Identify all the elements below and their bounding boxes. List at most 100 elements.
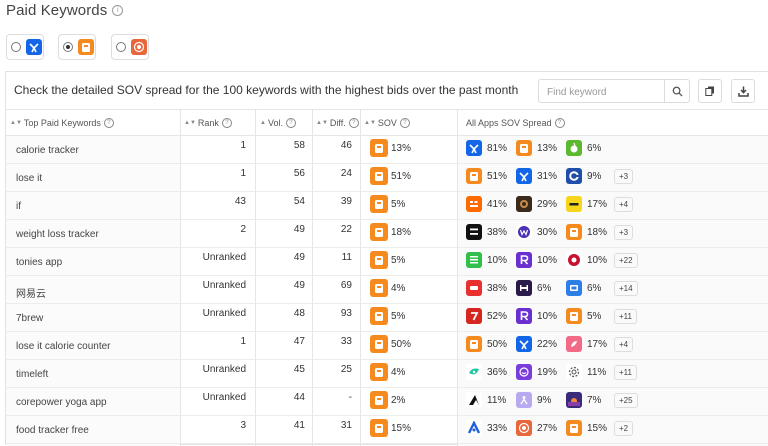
app-option-myfitnesspal[interactable] xyxy=(6,34,44,60)
spread-item[interactable]: 41% xyxy=(466,196,516,212)
help-icon[interactable]: ? xyxy=(348,117,359,128)
spread-item[interactable]: 38% xyxy=(466,224,516,240)
table-row[interactable]: calorie tracker 1 58 46 13% 81% 13% 6% xyxy=(6,136,768,164)
radio-button-selected[interactable] xyxy=(63,42,73,52)
header-rank[interactable]: ▲▼ Rank ? xyxy=(184,110,232,135)
keyword-cell[interactable]: corepower yoga app xyxy=(16,397,107,408)
copy-button[interactable] xyxy=(698,79,722,103)
keyword-search[interactable] xyxy=(538,79,690,103)
spread-item[interactable]: 22% xyxy=(516,336,566,352)
app-option-target-app[interactable] xyxy=(111,34,149,60)
help-icon[interactable]: ? xyxy=(399,117,410,128)
rank-cell: Unranked xyxy=(202,308,246,319)
spread-item[interactable]: 9% xyxy=(566,168,616,184)
spread-item[interactable]: 6% xyxy=(566,280,616,296)
spread-item[interactable]: 6% xyxy=(516,280,566,296)
sov-percent: 5% xyxy=(391,254,406,266)
keyword-cell[interactable]: food tracker free xyxy=(16,425,89,436)
spread-item[interactable]: 7% xyxy=(566,392,616,408)
help-icon[interactable]: ? xyxy=(103,117,114,128)
spread-item[interactable]: 18% xyxy=(566,224,616,240)
spread-item[interactable]: 6% xyxy=(566,140,616,156)
radio-button[interactable] xyxy=(11,42,21,52)
radio-button[interactable] xyxy=(116,42,126,52)
table-row[interactable]: lose it 1 56 24 51% 51% 31% 9% +3 xyxy=(6,164,768,192)
spread-item[interactable]: 50% xyxy=(466,336,516,352)
table-row[interactable]: if 43 54 39 5% 41% 29% 17% +4 xyxy=(6,192,768,220)
sov-spread-cell: 33% 27% 15% +2 xyxy=(466,420,634,436)
table-row[interactable]: timeleft Unranked 45 25 4% 36% 19% 11% +11 xyxy=(6,360,768,388)
more-apps-badge[interactable]: +14 xyxy=(614,280,638,296)
keyword-cell[interactable]: if xyxy=(16,201,21,212)
keyword-cell[interactable]: lose it xyxy=(16,173,42,184)
spread-item[interactable]: 52% xyxy=(466,308,516,324)
spread-item[interactable]: 17% xyxy=(566,336,616,352)
header-keyword[interactable]: ▲▼ Top Paid Keywords ? xyxy=(10,110,114,135)
spread-item[interactable]: 10% xyxy=(466,252,516,268)
download-button[interactable] xyxy=(731,79,755,103)
help-icon[interactable]: ? xyxy=(285,117,296,128)
keyword-cell[interactable]: weight loss tracker xyxy=(16,229,99,240)
spread-item[interactable]: 15% xyxy=(566,420,616,436)
loseit-icon xyxy=(370,223,388,241)
spread-item[interactable]: 31% xyxy=(516,168,566,184)
spread-item[interactable]: 30% xyxy=(516,224,566,240)
search-button[interactable] xyxy=(664,80,689,102)
header-volume[interactable]: ▲ Vol. ? xyxy=(260,110,296,135)
table-row[interactable]: tonies app Unranked 49 11 5% 10% 10% 10% +22 xyxy=(6,248,768,276)
spread-item[interactable]: 27% xyxy=(516,420,566,436)
spread-item[interactable]: 33% xyxy=(466,420,516,436)
table-row[interactable]: corepower yoga app Unranked 44 - 2% 11% 9% 7% +2… xyxy=(6,388,768,416)
keyword-cell[interactable]: lose it calorie counter xyxy=(16,341,111,352)
spread-item[interactable]: 81% xyxy=(466,140,516,156)
keyword-cell[interactable]: timeleft xyxy=(16,369,48,380)
spread-item[interactable]: 9% xyxy=(516,392,566,408)
spread-item[interactable]: 17% xyxy=(566,196,616,212)
keyword-cell[interactable]: tonies app xyxy=(16,257,62,268)
keyword-cell[interactable]: 7brew xyxy=(16,313,43,324)
spread-percent: 9% xyxy=(587,170,602,182)
spread-item[interactable]: 5% xyxy=(566,308,616,324)
keyword-cell[interactable]: calorie tracker xyxy=(16,145,79,156)
spread-item[interactable]: 10% xyxy=(566,252,616,268)
spread-item[interactable]: 51% xyxy=(466,168,516,184)
more-apps-badge[interactable]: +22 xyxy=(614,252,638,268)
help-icon[interactable]: ? xyxy=(221,117,232,128)
difficulty-cell: 25 xyxy=(340,364,352,375)
spread-item[interactable]: 10% xyxy=(516,252,566,268)
app-option-loseit[interactable] xyxy=(58,34,96,60)
search-input[interactable] xyxy=(545,81,667,103)
more-apps-badge[interactable]: +2 xyxy=(614,420,634,436)
spread-item[interactable]: 36% xyxy=(466,364,516,380)
sov-percent: 18% xyxy=(391,226,412,238)
info-icon[interactable]: i xyxy=(112,5,124,16)
spread-item[interactable]: 38% xyxy=(466,280,516,296)
more-apps-badge[interactable]: +4 xyxy=(614,336,634,352)
keyword-cell[interactable]: 网易云 xyxy=(16,285,46,300)
sov-cell: 2% xyxy=(370,391,405,409)
spread-item[interactable]: 13% xyxy=(516,140,566,156)
spread-item[interactable]: 10% xyxy=(516,308,566,324)
more-apps-badge[interactable]: +25 xyxy=(614,392,638,408)
header-sov[interactable]: ▲▼ SOV ? xyxy=(364,110,410,135)
sov-percent: 2% xyxy=(391,394,406,406)
spread-item[interactable]: 19% xyxy=(516,364,566,380)
spread-item[interactable]: 11% xyxy=(566,364,616,380)
more-apps-badge[interactable]: +3 xyxy=(614,224,634,240)
target-app-icon xyxy=(516,420,532,436)
spread-item[interactable]: 11% xyxy=(466,392,516,408)
more-apps-badge[interactable]: +11 xyxy=(614,308,637,324)
volume-cell: 49 xyxy=(293,252,305,263)
table-row[interactable]: 7brew Unranked 48 93 5% 52% 10% 5% +11 xyxy=(6,304,768,332)
more-apps-badge[interactable]: +4 xyxy=(614,196,634,212)
table-row[interactable]: weight loss tracker 2 49 22 18% 38% 30% 18% +3 xyxy=(6,220,768,248)
spread-item[interactable]: 29% xyxy=(516,196,566,212)
spread-percent: 29% xyxy=(537,198,558,210)
header-difficulty[interactable]: ▲▼ Diff. ? xyxy=(316,110,359,135)
table-row[interactable]: food tracker free 3 41 31 15% 33% 27% 15% +2 xyxy=(6,416,768,444)
help-icon[interactable]: ? xyxy=(554,117,565,128)
more-apps-badge[interactable]: +11 xyxy=(614,364,637,380)
table-row[interactable]: 网易云 Unranked 49 69 4% 38% 6% 6% +14 xyxy=(6,276,768,304)
table-row[interactable]: lose it calorie counter 1 47 33 50% 50% 22% 17%… xyxy=(6,332,768,360)
more-apps-badge[interactable]: +3 xyxy=(614,168,634,184)
